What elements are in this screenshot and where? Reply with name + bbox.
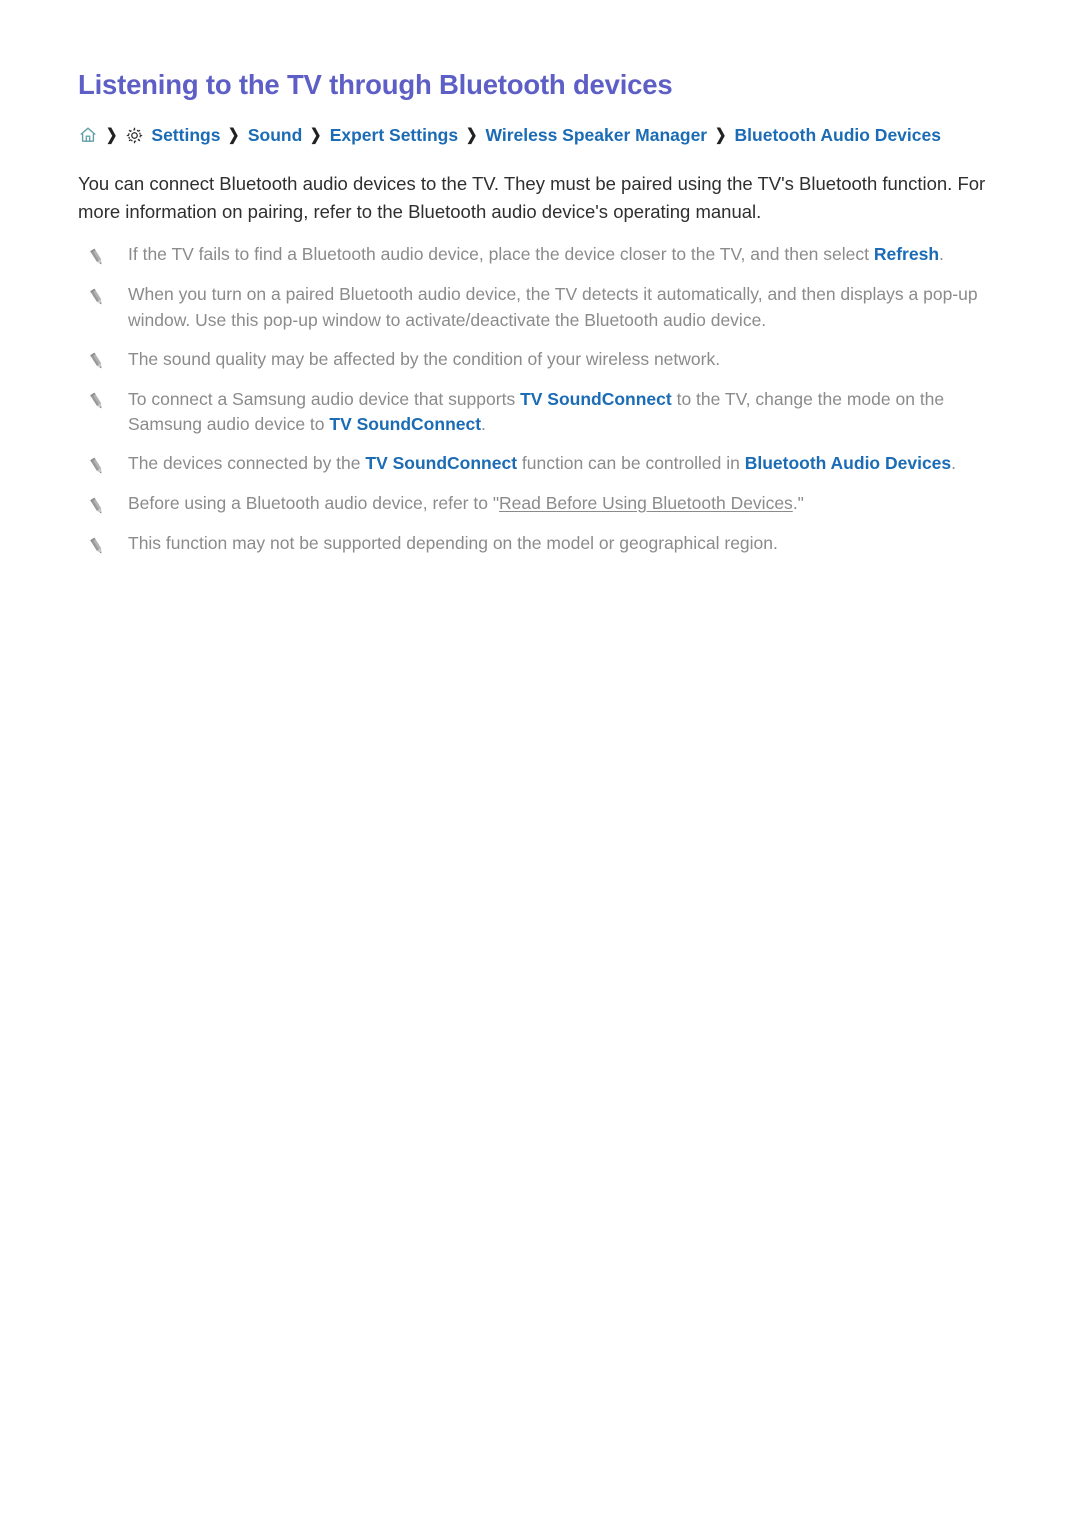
note-text: When you turn on a paired Bluetooth audi… <box>128 282 1002 333</box>
breadcrumb-separator: ❯ <box>106 126 118 144</box>
note-keyword[interactable]: Bluetooth Audio Devices <box>745 453 951 473</box>
breadcrumb: ❯ Settings ❯ Sound ❯ Expert Settings ❯ W… <box>78 122 1002 148</box>
pencil-icon <box>86 454 108 478</box>
breadcrumb-item-sound[interactable]: Sound <box>248 125 302 146</box>
notes-list: If the TV fails to find a Bluetooth audi… <box>78 225 1002 558</box>
note-item: If the TV fails to find a Bluetooth audi… <box>78 242 1002 269</box>
note-text-segment: . <box>939 244 944 265</box>
gear-icon[interactable] <box>125 126 144 145</box>
breadcrumb-item-settings[interactable]: Settings <box>151 125 220 146</box>
page-title: Listening to the TV through Bluetooth de… <box>78 69 673 100</box>
help-page: Listening to the TV through Bluetooth de… <box>0 0 1080 1527</box>
note-text: The devices connected by the TV SoundCon… <box>128 451 1002 477</box>
note-text-segment: ." <box>792 493 804 513</box>
note-text-segment: To connect a Samsung audio device that s… <box>128 388 521 409</box>
note-text: This function may not be supported depen… <box>128 531 1002 557</box>
pencil-icon <box>86 285 108 309</box>
pencil-icon <box>86 534 108 558</box>
note-item: To connect a Samsung audio device that s… <box>78 387 1002 438</box>
note-item: The sound quality may be affected by the… <box>78 347 1002 374</box>
note-item: When you turn on a paired Bluetooth audi… <box>78 282 1002 333</box>
breadcrumb-item-expert-settings[interactable]: Expert Settings <box>330 125 458 146</box>
note-text: To connect a Samsung audio device that s… <box>128 387 1002 438</box>
note-text-segment: Before using a Bluetooth audio device, r… <box>128 493 500 513</box>
note-reference-link[interactable]: Read Before Using Bluetooth Devices <box>499 493 793 513</box>
breadcrumb-separator: ❯ <box>466 126 478 144</box>
note-text: Before using a Bluetooth audio device, r… <box>128 491 1002 517</box>
pencil-icon <box>86 350 108 374</box>
note-text-segment: If the TV fails to find a Bluetooth audi… <box>128 244 874 265</box>
breadcrumb-separator: ❯ <box>715 126 727 144</box>
pencil-icon <box>86 494 108 518</box>
note-item: Before using a Bluetooth audio device, r… <box>78 491 1002 518</box>
note-text-segment: . <box>951 453 957 473</box>
breadcrumb-separator: ❯ <box>310 126 322 144</box>
pencil-icon <box>86 390 108 414</box>
breadcrumb-separator: ❯ <box>228 126 240 144</box>
note-keyword[interactable]: TV SoundConnect <box>520 389 672 409</box>
note-text-segment: This function may not be supported depen… <box>128 533 778 553</box>
note-keyword[interactable]: TV SoundConnect <box>329 414 481 434</box>
note-text-segment: . <box>481 414 486 435</box>
home-icon[interactable] <box>78 125 98 145</box>
note-text-segment: The sound quality may be affected by the… <box>128 348 721 369</box>
note-text: If the TV fails to find a Bluetooth audi… <box>128 242 1002 268</box>
pencil-icon <box>86 245 108 269</box>
intro-paragraph: You can connect Bluetooth audio devices … <box>78 173 986 222</box>
note-text-segment: When you turn on a paired Bluetooth audi… <box>128 284 978 330</box>
note-keyword[interactable]: Refresh <box>874 244 939 264</box>
note-text: The sound quality may be affected by the… <box>128 347 1002 373</box>
note-item: The devices connected by the TV SoundCon… <box>78 451 1002 478</box>
note-item: This function may not be supported depen… <box>78 531 1002 558</box>
note-text-segment: function can be controlled in <box>517 453 745 473</box>
breadcrumb-item-bluetooth-audio-devices[interactable]: Bluetooth Audio Devices <box>735 125 941 146</box>
note-text-segment: The devices connected by the <box>128 453 366 473</box>
note-keyword[interactable]: TV SoundConnect <box>365 453 517 473</box>
breadcrumb-item-wireless-speaker-manager[interactable]: Wireless Speaker Manager <box>485 125 707 146</box>
